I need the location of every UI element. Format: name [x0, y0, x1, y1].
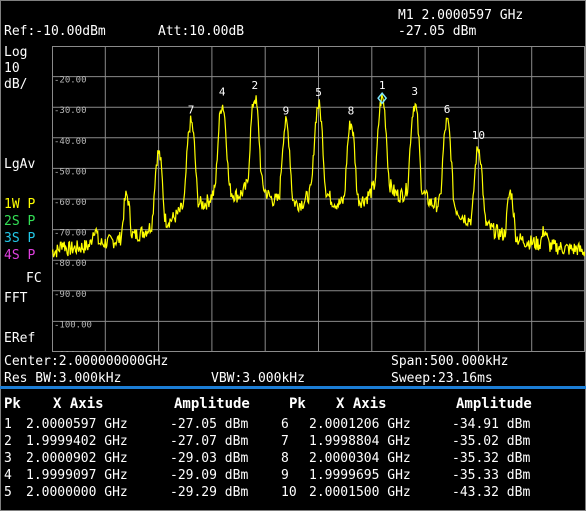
peak-label-1: 1 [379, 79, 386, 92]
peak-amplitude: -29.29 dBm [170, 485, 249, 500]
peak-amplitude: -27.07 dBm [170, 434, 249, 449]
peak-number: 3 [4, 451, 12, 466]
marker-amplitude: -27.05 dBm [398, 24, 477, 39]
col-xaxis-header-right: X Axis [336, 396, 387, 412]
col-pk-header-left: Pk [4, 396, 21, 412]
peak-amplitude: -34.91 dBm [452, 417, 531, 432]
y-tick-label: -60.00 [54, 198, 87, 208]
peak-amplitude: -27.05 dBm [170, 417, 249, 432]
peak-label-8: 8 [348, 104, 355, 117]
trace-3-status[interactable]: 3S P [4, 231, 35, 246]
resolution-bandwidth: Res BW:3.000kHz [4, 371, 122, 386]
peak-frequency: 2.0000000 GHz [26, 485, 128, 500]
col-xaxis-header-left: X Axis [53, 396, 104, 412]
marker-frequency: M1 2.0000597 GHz [398, 8, 524, 23]
peak-label-5: 5 [315, 86, 322, 99]
scale-division: 10 [4, 61, 20, 76]
scale-unit: dB/ [4, 77, 28, 92]
center-frequency: Center:2.000000000GHz [4, 354, 169, 369]
y-tick-label: -110.00 [54, 351, 92, 352]
peak-amplitude: -29.03 dBm [170, 451, 249, 466]
eref-indicator: ERef [4, 331, 36, 346]
peak-number: 2 [4, 434, 12, 449]
y-tick-label: -80.00 [54, 259, 87, 269]
y-tick-label: -30.00 [54, 106, 87, 116]
peak-amplitude: -43.32 dBm [452, 485, 531, 500]
peak-label-4: 4 [219, 85, 226, 98]
peak-number: 7 [281, 434, 289, 449]
peak-number: 6 [281, 417, 289, 432]
peak-amplitude: -35.02 dBm [452, 434, 531, 449]
peak-amplitude: -29.09 dBm [170, 468, 249, 483]
peak-frequency: 2.0001500 GHz [309, 485, 411, 500]
col-pk-header-right: Pk [289, 396, 306, 412]
trace-2-status[interactable]: 2S P [4, 214, 35, 229]
peak-label-7: 7 [188, 104, 195, 117]
y-tick-label: -90.00 [54, 290, 87, 300]
sweep-time: Sweep:23.16ms [391, 371, 493, 386]
fft-indicator: FFT [4, 291, 28, 306]
ref-level: Ref:-10.00dBm [4, 24, 106, 39]
peak-number: 9 [281, 468, 289, 483]
peak-frequency: 2.0000597 GHz [26, 417, 128, 432]
peak-frequency: 1.9998804 GHz [309, 434, 411, 449]
peak-frequency: 2.0001206 GHz [309, 417, 411, 432]
spectrum-graticule[interactable]: -20.00 -30.00 -40.00 -50.00 -60.00 -70.00 -80.… [52, 46, 585, 352]
y-tick-label: -70.00 [54, 229, 87, 239]
peak-number: 4 [4, 468, 12, 483]
peak-label-10: 10 [472, 129, 485, 142]
col-amplitude-header-left: Amplitude [174, 396, 250, 412]
peak-amplitude: -35.32 dBm [452, 451, 531, 466]
peak-frequency: 2.0000304 GHz [309, 451, 411, 466]
peak-frequency: 1.9999402 GHz [26, 434, 128, 449]
scale-type: Log [4, 45, 28, 60]
peak-label-9: 9 [283, 105, 290, 118]
trace-4-status[interactable]: 4S P [4, 248, 35, 263]
video-bandwidth: VBW:3.000kHz [211, 371, 305, 386]
y-tick-label: -40.00 [54, 137, 87, 147]
peak-number: 8 [281, 451, 289, 466]
peak-frequency: 2.0000902 GHz [26, 451, 128, 466]
y-tick-label: -50.00 [54, 167, 87, 177]
col-amplitude-header-right: Amplitude [456, 396, 532, 412]
span: Span:500.000kHz [391, 354, 509, 369]
peak-label-2: 2 [251, 79, 258, 92]
y-tick-label: -20.00 [54, 76, 87, 86]
divider [0, 386, 586, 389]
peak-amplitude: -35.33 dBm [452, 468, 531, 483]
trace-1-status[interactable]: 1W P [4, 197, 35, 212]
peak-number: 10 [281, 485, 297, 500]
peak-frequency: 1.9999097 GHz [26, 468, 128, 483]
peak-frequency: 1.9999695 GHz [309, 468, 411, 483]
avg-type: LgAv [4, 157, 36, 172]
attenuation: Att:10.00dB [158, 24, 245, 39]
y-tick-label: -100.00 [54, 320, 92, 330]
fc-indicator: FC [26, 271, 42, 286]
peak-number: 1 [4, 417, 12, 432]
peak-number: 5 [4, 485, 12, 500]
peak-label-6: 6 [444, 103, 451, 116]
peak-label-3: 3 [411, 85, 418, 98]
